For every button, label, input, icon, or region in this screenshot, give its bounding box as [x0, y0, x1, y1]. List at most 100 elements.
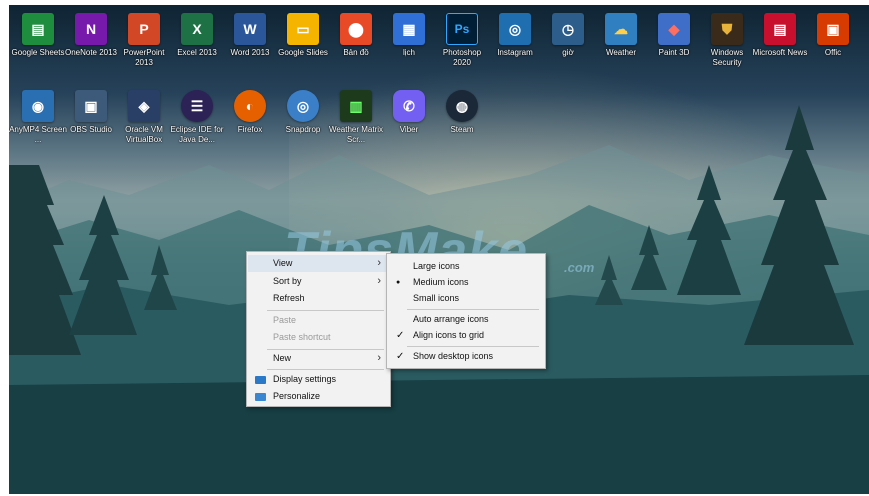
- menu-item-personalize[interactable]: Personalize: [248, 388, 389, 405]
- desktop-icon-label: Excel 2013: [177, 48, 217, 57]
- menu-item-display-settings[interactable]: Display settings: [248, 371, 389, 388]
- menu-item-label: Sort by: [273, 276, 302, 286]
- menu-item-label: Medium icons: [413, 277, 469, 287]
- check-icon: ✓: [396, 351, 405, 362]
- desktop-icon-label: Weather: [605, 48, 637, 57]
- menu-item-new[interactable]: New ›: [248, 350, 389, 367]
- desktop-icon[interactable]: ◈ Oracle VM VirtualBox: [117, 90, 171, 145]
- desktop-icon-label: Eclipse IDE for Java De...: [170, 125, 224, 144]
- menu-item-label: Paste: [273, 315, 297, 325]
- desktop-icon[interactable]: N OneNote 2013: [64, 13, 118, 63]
- desktop-icon[interactable]: ◉ AnyMP4 Screen ...: [9, 90, 67, 145]
- desktop-icon-label: Oracle VM VirtualBox: [125, 125, 163, 144]
- desktop-icon-label: Snapdrop: [285, 125, 321, 134]
- chevron-right-icon: ›: [377, 257, 381, 269]
- menu-item-paste[interactable]: Paste: [248, 312, 389, 329]
- menu-item-medium-icons[interactable]: ● Medium icons: [388, 274, 544, 291]
- desktop-icon[interactable]: ▣ OBS Studio: [64, 90, 118, 145]
- menu-item-refresh[interactable]: Refresh: [248, 290, 389, 307]
- menu-separator: [267, 369, 384, 370]
- desktop-icon[interactable]: ▦ lịch: [382, 13, 436, 63]
- menu-item-show-desktop-icons[interactable]: ✓ Show desktop icons: [388, 348, 544, 365]
- desktop-icon[interactable]: X Excel 2013: [170, 13, 224, 63]
- desktop-icon[interactable]: ◎ Snapdrop: [276, 90, 330, 145]
- screen-recorder-icon: ◉: [22, 90, 54, 122]
- desktop-icon[interactable]: ▥ Weather Matrix Scr...: [329, 90, 383, 145]
- desktop-icon-label: Microsoft News: [752, 48, 808, 57]
- desktop-icon[interactable]: ◎ Instagram: [488, 13, 542, 63]
- clock-icon: ◷: [552, 13, 584, 45]
- watermark-suffix: .com: [564, 260, 595, 275]
- desktop-icon[interactable]: ◍ Steam: [435, 90, 489, 145]
- desktop-icon[interactable]: P PowerPoint 2013: [117, 13, 171, 67]
- menu-item-label: Align icons to grid: [413, 330, 485, 340]
- menu-item-label: Auto arrange icons: [413, 314, 489, 324]
- menu-item-label: View: [273, 258, 293, 268]
- instagram-icon: ◎: [499, 13, 531, 45]
- excel-icon: X: [181, 13, 213, 45]
- desktop-icon[interactable]: ⛊ Windows Security: [700, 13, 754, 67]
- shield-icon: ⛊: [711, 13, 743, 45]
- menu-item-large-icons[interactable]: Large icons: [388, 258, 544, 275]
- personalize-icon: [255, 393, 266, 401]
- powerpoint-icon: P: [128, 13, 160, 45]
- weather-icon: ☁: [605, 13, 637, 45]
- desktop-icon[interactable]: ◷ giờ: [541, 13, 595, 63]
- steam-icon: ◍: [446, 90, 478, 122]
- menu-item-small-icons[interactable]: Small icons: [388, 290, 544, 307]
- menu-separator: [407, 309, 539, 310]
- desktop-icon[interactable]: ▭ Google Slides: [276, 13, 330, 63]
- desktop-icon-label: PowerPoint 2013: [123, 48, 165, 67]
- desktop-icon-label: lịch: [402, 48, 415, 57]
- desktop-icon[interactable]: ✆ Viber: [382, 90, 436, 145]
- desktop-icon-label: Paint 3D: [658, 48, 690, 57]
- desktop-icon-label: Word 2013: [230, 48, 270, 57]
- menu-item-auto-arrange[interactable]: Auto arrange icons: [388, 311, 544, 328]
- slides-icon: ▭: [287, 13, 319, 45]
- office-icon: ▣: [817, 13, 849, 45]
- menu-item-sort-by[interactable]: Sort by ›: [248, 273, 389, 290]
- menu-item-label: Refresh: [273, 293, 305, 303]
- desktop-icon-label: Viber: [399, 125, 419, 134]
- snapdrop-icon: ◎: [287, 90, 319, 122]
- desktop-icon-label: Instagram: [497, 48, 533, 57]
- desktop-icon-label: Google Slides: [278, 48, 328, 57]
- desktop-icon[interactable]: ☰ Eclipse IDE for Java De...: [170, 90, 224, 145]
- viber-icon: ✆: [393, 90, 425, 122]
- sheets-icon: ▤: [22, 13, 54, 45]
- desktop[interactable]: ▤ Google Sheets N OneNote 2013 P PowerPo…: [9, 5, 869, 494]
- check-icon: ✓: [396, 330, 405, 341]
- menu-item-paste-shortcut[interactable]: Paste shortcut: [248, 329, 389, 346]
- display-icon: [255, 376, 266, 384]
- desktop-icon[interactable]: Ps Photoshop 2020: [435, 13, 489, 67]
- radio-bullet-icon: ●: [396, 279, 401, 286]
- obs-icon: ▣: [75, 90, 107, 122]
- desktop-icon[interactable]: W Word 2013: [223, 13, 277, 63]
- photoshop-icon: Ps: [446, 13, 478, 45]
- desktop-icon-label: Google Sheets: [11, 48, 65, 57]
- menu-item-label: Large icons: [413, 261, 460, 271]
- desktop-icon[interactable]: ◆ Paint 3D: [647, 13, 701, 63]
- desktop-icon-label: Weather Matrix Scr...: [328, 125, 384, 144]
- desktop-icon-label: Steam: [450, 125, 474, 134]
- menu-item-align-grid[interactable]: ✓ Align icons to grid: [388, 327, 544, 344]
- paint3d-icon: ◆: [658, 13, 690, 45]
- chevron-right-icon: ›: [377, 352, 381, 364]
- desktop-icon[interactable]: ☁ Weather: [594, 13, 648, 63]
- desktop-icon-label: OBS Studio: [70, 125, 112, 134]
- desktop-icon-label: giờ: [562, 48, 574, 57]
- virtualbox-icon: ◈: [128, 90, 160, 122]
- desktop-icon[interactable]: ◐ Firefox: [223, 90, 277, 145]
- menu-item-label: New: [273, 353, 292, 363]
- view-submenu: Large icons ● Medium icons Small icons A…: [386, 253, 546, 369]
- desktop-icon[interactable]: ▤ Microsoft News: [753, 13, 807, 63]
- desktop-icon[interactable]: ▣ Offic: [806, 13, 860, 63]
- menu-item-view[interactable]: View ›: [248, 255, 389, 272]
- matrix-icon: ▥: [340, 90, 372, 122]
- eclipse-icon: ☰: [181, 90, 213, 122]
- desktop-icon[interactable]: ⬤ Bản đồ: [329, 13, 383, 63]
- desktop-icon[interactable]: ▤ Google Sheets: [11, 13, 65, 63]
- menu-item-label: Paste shortcut: [273, 332, 331, 342]
- menu-separator: [267, 310, 384, 311]
- desktop-icon-label: OneNote 2013: [64, 48, 118, 57]
